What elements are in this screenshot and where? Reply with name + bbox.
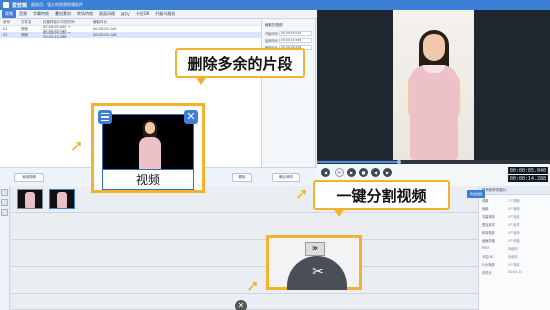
property-row: 视频 2个视频 <box>482 199 520 203</box>
tab-audio[interactable]: 音频 <box>16 10 30 18</box>
delete-clips-callout: 删除多余的片段 <box>175 48 305 85</box>
split-video-callout-text: 一键分割视频 <box>336 186 427 205</box>
property-row: 转场特效 0个转场 <box>482 231 520 235</box>
callout-pointer <box>195 76 207 85</box>
trim-end-field[interactable]: 00:00:14.288 <box>279 38 312 43</box>
delete-clips-callout-text: 删除多余的片段 <box>187 54 293 73</box>
clip-trim-title: 截取的视频 <box>265 23 283 27</box>
tab-mtv[interactable]: MTV <box>118 10 133 18</box>
property-row: 总时长 00:00:14 <box>482 270 523 275</box>
trim-end-label: 结束时间 <box>265 39 278 43</box>
arrow-icon: ➚ <box>246 276 260 295</box>
property-row: 片头特效 0个特效 <box>482 263 520 267</box>
property-row: 叠加素材 0个素材 <box>482 223 520 227</box>
row-name: 视频 <box>21 26 28 31</box>
table-row[interactable]: 02 视频 00:00:09.140 → 00:00:14.288 00:00:… <box>0 31 261 39</box>
confirm-button[interactable]: 确认修改 <box>272 173 300 182</box>
column-header: 序号 <box>3 19 10 24</box>
video-preview: ◀ ✂ ▶ ■ ◀ ▶ 00:00:05.040 00:00:14.288 <box>317 10 550 186</box>
timeline-tool-icon[interactable] <box>1 209 8 216</box>
next-frame-icon[interactable]: ▶ <box>383 168 392 177</box>
audio-track[interactable] <box>11 213 478 240</box>
trim-end-row: 结束时间 00:00:14.288 <box>265 38 312 43</box>
property-row: 画面风格 0个风格 <box>482 239 520 243</box>
timeline-clip[interactable] <box>17 189 43 209</box>
total-time: 00:00:14.288 <box>508 175 548 182</box>
timeline-tool-icon[interactable] <box>1 199 8 206</box>
column-header: 截取时长 <box>93 19 107 24</box>
close-icon[interactable]: ✕ <box>184 110 198 124</box>
split-video-callout: 一键分割视频 <box>313 180 450 217</box>
tab-overlay-material[interactable]: 叠加素材 <box>52 10 74 18</box>
list-icon[interactable] <box>98 110 112 124</box>
row-index: 01 <box>3 27 8 31</box>
column-header: 文件名 <box>21 19 32 24</box>
app-subtitle: 超易用、强大的视频剪辑软件 <box>31 2 84 7</box>
row-name: 视频 <box>21 32 28 37</box>
column-header: 在最终影片中的时间 <box>43 19 75 24</box>
project-properties: 导出视频 所有制作的影片 视频 2个视频 音频 0个音频 字幕特效 0个特效 叠加素材… <box>467 186 550 310</box>
tab-subtitle-effects[interactable]: 字幕特效 <box>30 10 52 18</box>
clip-card-label: 视频 <box>102 170 194 190</box>
clip-trim-panel: 截取的视频 开始时间 00:00:05.040 结束时间 00:00:14.28… <box>262 19 316 167</box>
row-duration: 00:00:09.140 <box>93 27 117 31</box>
row-index: 02 <box>3 33 8 37</box>
close-icon[interactable]: ✕ <box>235 300 247 310</box>
timeline-tool-icon[interactable] <box>1 189 8 196</box>
scissors-icon[interactable]: ✂ <box>312 264 324 280</box>
arrow-icon: ➚ <box>295 184 309 203</box>
tab-video[interactable]: 视频 <box>2 10 16 18</box>
clip-card-thumbnail <box>102 114 194 170</box>
prev-frame-icon[interactable]: ◀ <box>371 168 380 177</box>
video-frame[interactable] <box>393 10 474 160</box>
row-duration: 00:00:05.148 <box>93 33 117 37</box>
row-time: 00:00:09.140 → 00:00:14.288 <box>43 31 71 39</box>
seek-bar-fill <box>317 161 399 163</box>
timeline-clip[interactable] <box>49 189 75 209</box>
trim-start-row: 开始时间 00:00:05.040 <box>265 31 312 36</box>
stop-icon[interactable]: ■ <box>359 168 368 177</box>
timeline-tools <box>0 186 10 310</box>
clip-card[interactable]: 视频 ✕ <box>91 103 205 193</box>
split-tool-highlight: » ✂ <box>266 235 362 290</box>
add-video-button[interactable]: 添加视频 <box>14 173 44 182</box>
play-icon[interactable]: ▶ <box>347 168 356 177</box>
delete-button[interactable]: 删除 <box>232 173 252 182</box>
property-row: 音频 0个音频 <box>482 207 520 211</box>
tab-transitions[interactable]: 转场特效 <box>74 10 96 18</box>
sticker-track[interactable] <box>11 267 478 294</box>
property-row: 卡拉OK 未使用 <box>482 255 518 259</box>
property-row: MTV 未使用 <box>482 246 518 251</box>
export-video-button[interactable]: 导出视频 <box>467 190 485 198</box>
tab-upgrade[interactable]: 升级与服务 <box>152 10 178 18</box>
app-name: 爱剪辑 <box>12 2 28 9</box>
callout-pointer <box>333 208 345 217</box>
tab-karaoke[interactable]: 卡拉OK <box>133 10 153 18</box>
volume-icon[interactable]: ◀ <box>321 168 330 177</box>
property-row: 字幕特效 0个特效 <box>482 215 520 219</box>
title-bar: 爱剪辑 超易用、强大的视频剪辑软件 <box>0 0 550 10</box>
app-logo-icon <box>3 2 9 8</box>
double-chevron-icon[interactable]: » <box>305 242 325 256</box>
properties-title: 所有制作的影片 <box>479 186 550 195</box>
split-icon[interactable]: ✂ <box>335 168 344 177</box>
tab-picture-style[interactable]: 画面风格 <box>96 10 118 18</box>
subtitle-track[interactable] <box>11 240 478 267</box>
trim-start-label: 开始时间 <box>265 32 278 36</box>
current-time: 00:00:05.040 <box>508 167 548 174</box>
trim-start-field[interactable]: 00:00:05.040 <box>279 31 312 36</box>
arrow-icon: ➚ <box>70 136 84 155</box>
